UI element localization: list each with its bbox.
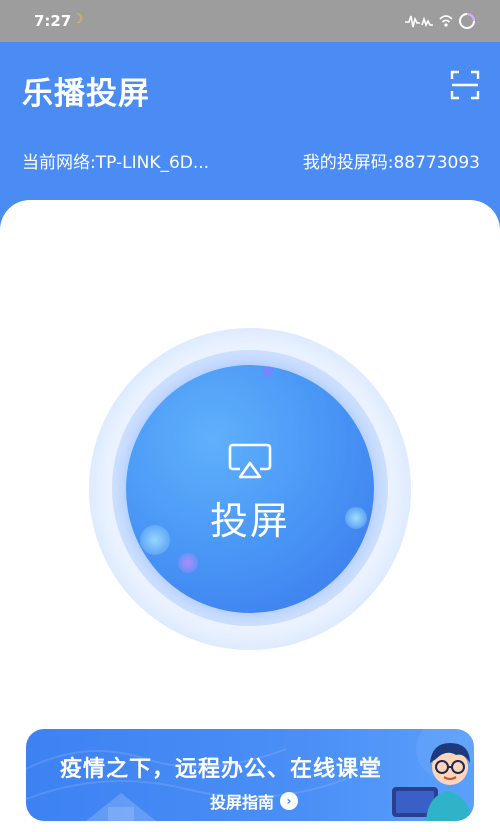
banner-headline: 疫情之下，远程办公、在线课堂 xyxy=(60,757,383,782)
person-illustration xyxy=(392,743,472,821)
screen-cast-icon xyxy=(228,443,272,479)
status-time: 7:27 xyxy=(34,12,72,30)
network-info: 当前网络:TP-LINK_6D... xyxy=(22,153,210,173)
decor-orb xyxy=(262,366,274,378)
guide-link[interactable]: 投屏指南 › xyxy=(210,789,299,813)
cast-code: 我的投屏码:88773093 xyxy=(302,153,480,173)
scan-icon xyxy=(450,70,480,100)
cast-button[interactable] xyxy=(126,365,374,613)
cast-button-label[interactable]: 投屏 xyxy=(0,490,500,545)
app-title: 乐播投屏 xyxy=(22,76,150,112)
scan-button[interactable] xyxy=(450,70,480,100)
decor-orb xyxy=(178,553,198,573)
wifi-icon xyxy=(439,15,453,27)
battery-icon xyxy=(459,13,475,29)
status-icons xyxy=(404,12,476,30)
promo-banner[interactable]: 疫情之下，远程办公、在线课堂 投屏指南 › xyxy=(26,729,474,821)
chevron-right-icon: › xyxy=(280,792,299,810)
status-bar: 7:27 ☽ xyxy=(0,0,500,42)
moon-icon: ☽ xyxy=(72,12,84,27)
guide-label: 投屏指南 xyxy=(210,793,275,812)
signal-icon xyxy=(405,15,433,28)
